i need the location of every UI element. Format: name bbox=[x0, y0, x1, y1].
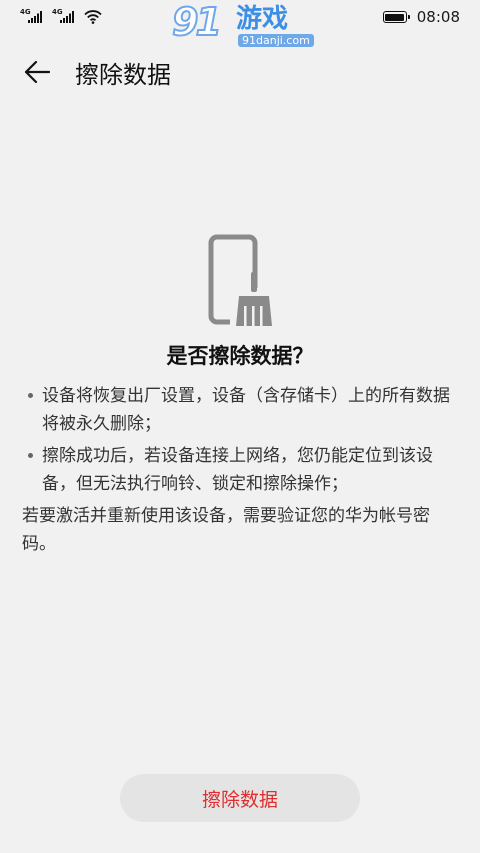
warning-item: 擦除成功后，若设备连接上网络，您仍能定位到该设备，但无法执行响铃、锁定和擦除操作… bbox=[26, 442, 456, 498]
wifi-icon bbox=[84, 10, 102, 24]
app-bar: 擦除数据 bbox=[0, 46, 480, 98]
screen: 4G 4G 08:08 91 游戏 91danji.com 擦除数据 是否擦除数… bbox=[0, 0, 480, 853]
back-arrow-icon bbox=[24, 60, 51, 84]
bullet-dot bbox=[28, 393, 33, 398]
watermark-logo: 91 游戏 91danji.com bbox=[171, 0, 314, 50]
erase-question: 是否擦除数据？ bbox=[166, 344, 314, 368]
sim2-signal-icon: 4G bbox=[52, 9, 76, 25]
status-time: 08:08 bbox=[416, 8, 460, 26]
watermark-logo-number: 91 bbox=[171, 0, 223, 45]
sim1-signal-icon: 4G bbox=[20, 9, 44, 25]
activation-note: 若要激活并重新使用该设备，需要验证您的华为帐号密码。 bbox=[22, 506, 430, 554]
page-title: 擦除数据 bbox=[75, 60, 171, 89]
warning-item-text: 擦除成功后，若设备连接上网络，您仍能定位到该设备，但无法执行响铃、锁定和擦除操作… bbox=[42, 446, 433, 494]
back-button[interactable] bbox=[17, 52, 57, 92]
bullet-dot bbox=[28, 453, 33, 458]
status-bar-left: 4G 4G bbox=[20, 9, 102, 25]
watermark-logo-name: 游戏 bbox=[236, 4, 289, 34]
erase-data-button[interactable]: 擦除数据 bbox=[120, 774, 360, 822]
status-bar-right: 08:08 bbox=[382, 8, 460, 26]
warning-list: 设备将恢复出厂设置，设备（含存储卡）上的所有数据将被永久删除； 擦除成功后，若设… bbox=[26, 382, 456, 502]
phone-broom-icon bbox=[208, 234, 274, 328]
warning-item: 设备将恢复出厂设置，设备（含存储卡）上的所有数据将被永久删除； bbox=[26, 382, 456, 438]
warning-item-text: 设备将恢复出厂设置，设备（含存储卡）上的所有数据将被永久删除； bbox=[42, 386, 450, 434]
battery-icon bbox=[382, 11, 410, 23]
